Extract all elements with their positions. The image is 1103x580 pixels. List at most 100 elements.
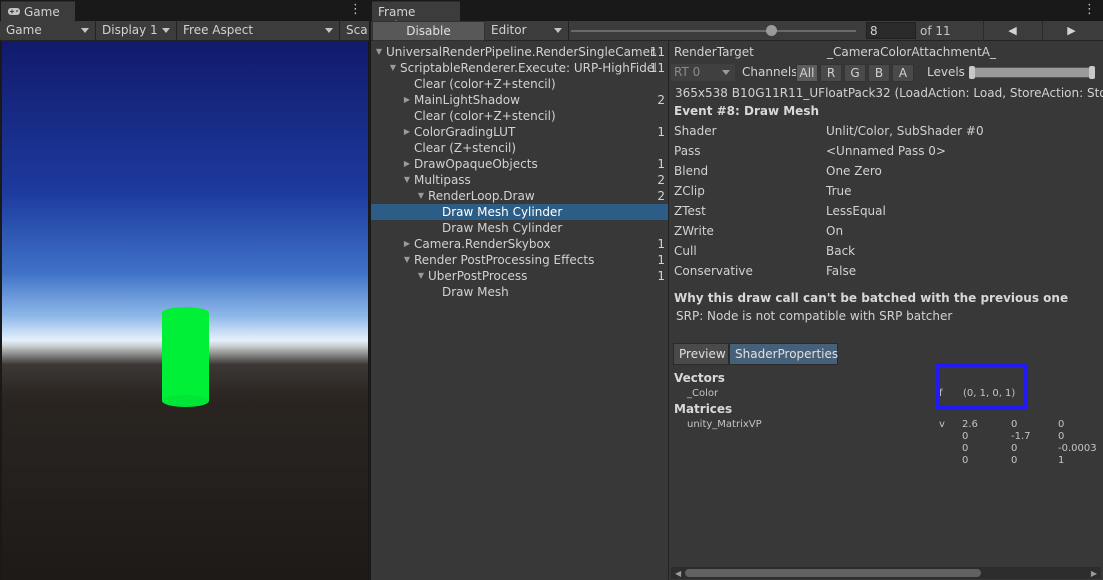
matrix-cell: 0 — [1011, 443, 1018, 454]
chevron-down-icon — [325, 28, 333, 33]
expanded-arrow-icon[interactable]: ▼ — [374, 44, 384, 60]
scroll-left-icon[interactable]: ◀ — [675, 569, 681, 578]
property-key: Shader — [674, 124, 717, 138]
channel-button-g[interactable]: G — [844, 64, 866, 82]
tree-row-count: 1 — [657, 157, 665, 171]
matrices-heading: Matrices — [674, 402, 733, 416]
tree-row[interactable]: Draw Mesh — [371, 284, 668, 300]
property-key: ZWrite — [674, 224, 714, 238]
tree-row[interactable]: Draw Mesh Cylinder — [371, 204, 668, 220]
scrollbar-thumb[interactable] — [685, 569, 981, 577]
tree-row[interactable]: Clear (Z+stencil) — [371, 140, 668, 156]
frame-debug-menu-icon[interactable]: ⋮ — [1083, 2, 1096, 18]
tree-row[interactable]: ▼ RenderLoop.Draw 2 — [371, 188, 668, 204]
event-details: RenderTarget _CameraColorAttachmentA_ RT… — [669, 41, 1103, 580]
event-title: Event #8: Draw Mesh — [674, 104, 820, 118]
tree-row[interactable]: ▶ DrawOpaqueObjects 1 — [371, 156, 668, 172]
horizontal-scrollbar[interactable]: ◀ ▶ — [671, 567, 1101, 579]
tree-row-count: 2 — [657, 93, 665, 107]
matrix-cell: 0 — [1058, 419, 1065, 430]
channel-button-all[interactable]: All — [796, 64, 818, 82]
tree-row-label: Render PostProcessing Effects — [414, 253, 595, 267]
expanded-arrow-icon[interactable]: ▼ — [416, 188, 426, 204]
matrix-cell: 2.6 — [962, 419, 978, 430]
game-mode-label: Game — [6, 23, 42, 37]
channel-button-b[interactable]: B — [868, 64, 890, 82]
scale-slider[interactable]: Sca — [340, 21, 369, 41]
event-tree: ▼ UniversalRenderPipeline.RenderSingleCam… — [371, 41, 669, 580]
property-value: False — [826, 264, 857, 278]
display-dropdown[interactable]: Display 1 — [96, 21, 177, 41]
collapsed-arrow-icon[interactable]: ▶ — [402, 156, 412, 172]
channel-button-a[interactable]: A — [892, 64, 914, 82]
tree-row-label: ColorGradingLUT — [414, 125, 516, 139]
collapsed-arrow-icon[interactable]: ▶ — [402, 236, 412, 252]
game-mode-dropdown[interactable]: Game — [0, 21, 96, 41]
property-value: LessEqual — [826, 204, 886, 218]
levels-slider[interactable] — [969, 67, 1095, 78]
expanded-arrow-icon[interactable]: ▼ — [402, 252, 412, 268]
event-index-field[interactable]: 8 — [866, 22, 916, 39]
tree-row[interactable]: ▼ ScriptableRenderer.Execute: URP-HighFid… — [371, 60, 668, 76]
expanded-arrow-icon[interactable]: ▼ — [402, 172, 412, 188]
game-tabbar: Game ⋮ — [0, 0, 369, 21]
disable-button[interactable]: Disable — [372, 21, 485, 41]
chevron-down-icon — [722, 70, 730, 75]
tree-row-label: Camera.RenderSkybox — [414, 237, 551, 251]
event-slider-thumb[interactable] — [765, 25, 777, 36]
tree-row[interactable]: ▶ ColorGradingLUT 1 — [371, 124, 668, 140]
game-viewport[interactable] — [2, 41, 368, 580]
game-menu-icon[interactable]: ⋮ — [349, 2, 362, 18]
tree-row[interactable]: ▼ Multipass 2 — [371, 172, 668, 188]
tree-row[interactable]: Clear (color+Z+stencil) — [371, 108, 668, 124]
tab-game[interactable]: Game — [1, 1, 75, 21]
collapsed-arrow-icon[interactable]: ▶ — [402, 92, 412, 108]
matrix-cell: 1 — [1058, 455, 1065, 466]
chevron-down-icon — [162, 28, 170, 33]
property-key: ZTest — [674, 204, 706, 218]
matrix-stage: v — [939, 419, 945, 430]
tree-row[interactable]: ▼ UberPostProcess 1 — [371, 268, 668, 284]
scale-label: Sca — [346, 23, 368, 37]
matrix-cell: 0 — [962, 455, 969, 466]
game-toolbar: Game Display 1 Free Aspect Sca — [0, 21, 369, 41]
levels-max-handle[interactable] — [1089, 66, 1095, 79]
expanded-arrow-icon[interactable]: ▼ — [388, 60, 398, 76]
tree-row[interactable]: ▼ Render PostProcessing Effects 1 — [371, 252, 668, 268]
frame-debug-toolbar: Disable Editor 8 of 11 ◀ ▶ — [371, 21, 1103, 41]
aspect-dropdown[interactable]: Free Aspect — [177, 21, 340, 41]
tab-frame-debug[interactable]: Frame Debug — [372, 1, 460, 33]
levels-label: Levels — [927, 65, 965, 79]
format-line: 365x538 B10G11R11_UFloatPack32 (LoadActi… — [675, 86, 1103, 100]
matrix-name: unity_MatrixVP — [687, 419, 762, 430]
tree-row[interactable]: Draw Mesh Cylinder — [371, 220, 668, 236]
levels-min-handle[interactable] — [969, 66, 975, 79]
matrix-cell: 0 — [962, 443, 969, 454]
tree-row[interactable]: Clear (color+Z+stencil) — [371, 76, 668, 92]
rt-dropdown[interactable]: RT 0 — [671, 64, 735, 81]
green-cylinder-top — [162, 307, 209, 319]
render-target-bar: RT 0 Channels All R G B A Levels — [669, 63, 1103, 82]
frame-debug-panel: Frame Debug ⋮ Disable Editor 8 of 11 ◀ ▶… — [371, 0, 1103, 580]
tab-preview[interactable]: Preview — [673, 343, 729, 365]
target-dropdown[interactable]: Editor — [485, 21, 569, 41]
matrix-cell: -0.0003 — [1058, 443, 1097, 454]
scroll-right-icon[interactable]: ▶ — [1091, 569, 1097, 578]
arrow-left-icon: ◀ — [1008, 24, 1017, 37]
property-value: On — [826, 224, 844, 238]
next-event-button[interactable]: ▶ — [1042, 21, 1100, 41]
event-slider-track[interactable] — [571, 30, 856, 32]
disable-button-label: Disable — [406, 24, 451, 38]
channel-button-r[interactable]: R — [820, 64, 842, 82]
tree-row[interactable]: ▶ MainLightShadow 2 — [371, 92, 668, 108]
property-value: <Unnamed Pass 0> — [826, 144, 946, 158]
tree-row-label: ScriptableRenderer.Execute: URP-HighFide… — [400, 61, 656, 75]
property-key: Pass — [674, 144, 701, 158]
tree-row[interactable]: ▼ UniversalRenderPipeline.RenderSingleCam… — [371, 44, 668, 60]
expanded-arrow-icon[interactable]: ▼ — [416, 268, 426, 284]
prev-event-button[interactable]: ◀ — [983, 21, 1041, 41]
tree-row[interactable]: ▶ Camera.RenderSkybox 1 — [371, 236, 668, 252]
tab-shader-properties[interactable]: ShaderProperties — [729, 343, 838, 365]
tree-row-label: UniversalRenderPipeline.RenderSingleCame… — [386, 45, 656, 59]
collapsed-arrow-icon[interactable]: ▶ — [402, 124, 412, 140]
